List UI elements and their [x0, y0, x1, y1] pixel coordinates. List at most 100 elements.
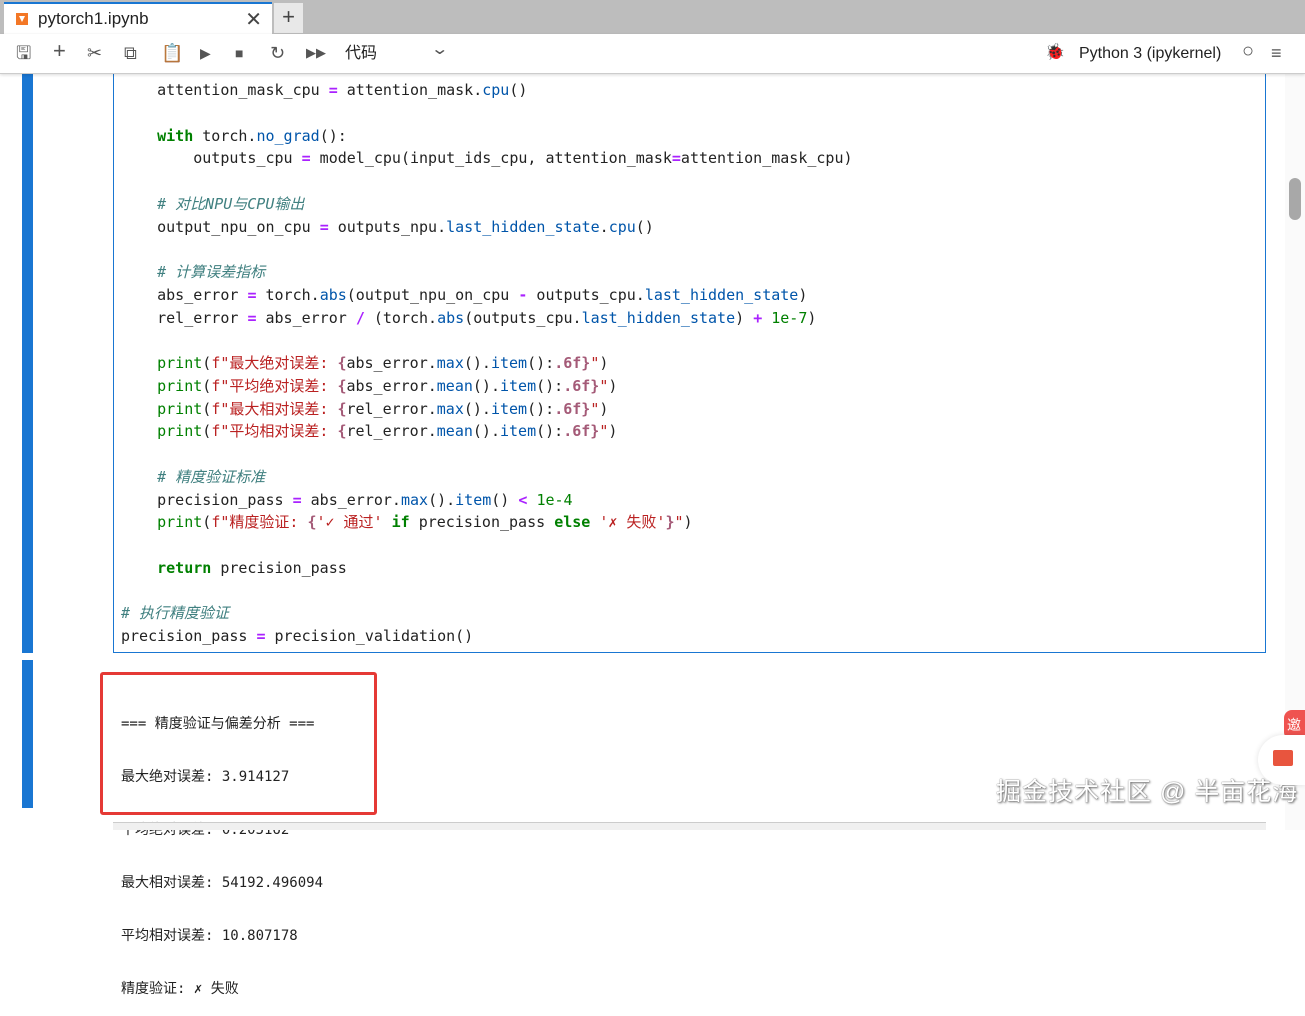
code-token: )	[599, 354, 609, 372]
cut-icon[interactable]: ✂	[87, 43, 102, 65]
restart-icon[interactable]: ↻	[270, 43, 285, 65]
code-token: item	[490, 354, 528, 372]
code-token: (torch.	[364, 308, 438, 327]
code-token: output_npu_on_cpu	[121, 217, 320, 236]
code-token: f"最大绝对误差:	[211, 354, 338, 372]
output-line: 最大绝对误差: 3.914127	[121, 769, 290, 785]
output-line: 最大相对误差: 54192.496094	[121, 875, 324, 891]
stop-icon[interactable]: ■	[235, 43, 243, 65]
code-token: precision_pass	[409, 513, 555, 532]
code-token: ()	[491, 490, 519, 509]
kernel-name[interactable]: Python 3 (ipykernel)	[1079, 44, 1221, 64]
tab-notebook[interactable]: pytorch1.ipynb ✕	[4, 2, 272, 34]
code-token: abs	[437, 308, 465, 327]
code-token: "	[590, 354, 600, 372]
code-line: # 计算误差指标	[121, 261, 1261, 284]
cell-type-select[interactable]: 代码	[345, 44, 377, 64]
code-token: rel_error	[121, 308, 248, 327]
code-token: precision_validation()	[265, 627, 474, 645]
code-token: last_hidden_state	[581, 308, 736, 327]
code-token: print	[121, 422, 203, 441]
notebook-toolbar: 🖫 + ✂ ⧉ 📋 ▶ ■ ↻ ▶▶ 代码 ⌄ 🐞 Python 3 (ipyk…	[0, 34, 1305, 74]
code-token: )	[798, 285, 808, 304]
code-token: .6f}	[563, 422, 600, 441]
code-token: (output_npu_on_cpu	[346, 285, 519, 304]
next-cell[interactable]	[113, 822, 1266, 830]
code-token: +	[753, 308, 763, 327]
code-token: rel_error.	[346, 422, 437, 441]
code-token: =	[671, 149, 681, 168]
code-line: precision_pass = precision_validation()	[121, 625, 1261, 648]
code-token: abs_error.	[301, 490, 401, 509]
code-token: else	[554, 513, 591, 532]
code-token: =	[328, 81, 338, 99]
code-token: .	[599, 217, 609, 236]
code-token: max	[436, 399, 464, 418]
code-token: with	[121, 126, 194, 145]
code-token: ().	[472, 376, 500, 395]
output-line: 平均相对误差: 10.807178	[121, 928, 298, 944]
code-token: outputs_cpu.	[527, 285, 645, 304]
run-all-icon[interactable]: ▶▶	[306, 43, 326, 65]
code-token: abs_error	[256, 308, 356, 327]
code-token: /	[355, 308, 365, 327]
code-token: print	[121, 513, 203, 532]
code-token: (	[202, 399, 212, 418]
new-tab-button[interactable]: +	[274, 3, 303, 33]
code-editor[interactable]: attention_mask_cpu = attention_mask.cpu(…	[121, 79, 1261, 648]
code-line: return precision_pass	[121, 557, 1261, 580]
code-token: max	[400, 490, 429, 509]
gift-icon	[1273, 750, 1293, 766]
paste-icon[interactable]: 📋	[161, 43, 183, 65]
code-token: ().	[463, 354, 491, 372]
code-token: f"平均相对误差:	[211, 422, 338, 441]
copy-icon[interactable]: ⧉	[124, 43, 137, 65]
debugger-icon[interactable]: 🐞	[1045, 43, 1065, 65]
code-token: item	[490, 399, 528, 418]
code-token: precision_pass	[121, 490, 293, 509]
code-token: )	[599, 399, 609, 418]
gift-button[interactable]	[1258, 735, 1305, 785]
notebook-icon	[16, 13, 28, 25]
code-token: =	[301, 149, 311, 168]
code-token: .6f}	[554, 399, 591, 418]
save-icon[interactable]: 🖫	[16, 43, 31, 65]
run-icon[interactable]: ▶	[200, 43, 211, 65]
code-token: "	[674, 513, 684, 532]
code-token: precision_pass	[211, 558, 347, 577]
code-token: abs_error	[121, 285, 248, 304]
close-tab-button[interactable]: ✕	[245, 7, 262, 32]
add-cell-icon[interactable]: +	[53, 40, 66, 63]
code-token: attention_mask_cpu)	[680, 149, 853, 168]
code-token: attention_mask_cpu	[121, 81, 329, 99]
code-token: # 执行精度验证	[121, 604, 230, 623]
code-line: outputs_cpu = model_cpu(input_ids_cpu, a…	[121, 147, 1261, 170]
code-token: (	[202, 376, 212, 395]
code-line: print(f"精度验证: {'✓ 通过' if precision_pass …	[121, 511, 1261, 534]
code-token: )	[608, 422, 618, 441]
code-token: precision_pass	[121, 627, 257, 645]
code-line: precision_pass = abs_error.max().item() …	[121, 489, 1261, 512]
code-token: item	[500, 422, 537, 441]
cell-output: === 精度验证与偏差分析 === 最大绝对误差: 3.914127 平均绝对误…	[121, 682, 371, 1016]
code-token: last_hidden_state	[446, 217, 600, 236]
cell-collapser[interactable]	[22, 74, 33, 653]
output-collapser[interactable]	[22, 660, 33, 808]
kernel-status-icon: ○	[1242, 40, 1255, 62]
scrollbar-thumb[interactable]	[1289, 178, 1301, 220]
code-line: output_npu_on_cpu = outputs_npu.last_hid…	[121, 216, 1261, 239]
code-token: ():	[319, 126, 347, 145]
tab-title: pytorch1.ipynb	[38, 9, 149, 28]
code-token: # 计算误差指标	[121, 263, 266, 281]
chevron-down-icon[interactable]: ⌄	[430, 40, 449, 60]
code-token: '✓ 通过'	[316, 513, 383, 532]
menu-icon[interactable]: ≡	[1271, 43, 1282, 65]
code-token: =	[256, 627, 266, 645]
code-token: if	[391, 513, 410, 532]
